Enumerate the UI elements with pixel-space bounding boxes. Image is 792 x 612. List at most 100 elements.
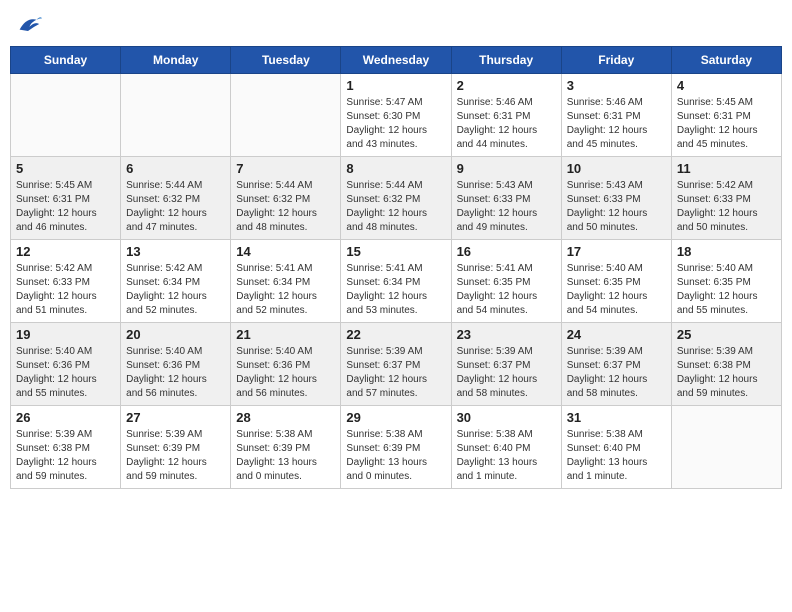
calendar-day-cell: 3 Sunrise: 5:46 AM Sunset: 6:31 PM Dayli… — [561, 74, 671, 157]
day-info: Sunrise: 5:43 AM Sunset: 6:33 PM Dayligh… — [457, 179, 556, 235]
day-info: Sunrise: 5:40 AM Sunset: 6:36 PM Dayligh… — [16, 345, 115, 401]
daylight-text: Daylight: 12 hours and 56 minutes. — [236, 374, 317, 399]
calendar-day-cell: 21 Sunrise: 5:40 AM Sunset: 6:36 PM Dayl… — [231, 323, 341, 406]
daylight-text: Daylight: 12 hours and 54 minutes. — [457, 291, 538, 316]
sunrise-text: Sunrise: 5:45 AM — [677, 97, 753, 108]
daylight-text: Daylight: 12 hours and 50 minutes. — [567, 208, 648, 233]
day-info: Sunrise: 5:41 AM Sunset: 6:34 PM Dayligh… — [346, 262, 445, 318]
day-info: Sunrise: 5:39 AM Sunset: 6:38 PM Dayligh… — [16, 428, 115, 484]
calendar-day-cell: 17 Sunrise: 5:40 AM Sunset: 6:35 PM Dayl… — [561, 240, 671, 323]
calendar-day-cell: 25 Sunrise: 5:39 AM Sunset: 6:38 PM Dayl… — [671, 323, 781, 406]
day-info: Sunrise: 5:39 AM Sunset: 6:37 PM Dayligh… — [567, 345, 666, 401]
day-info: Sunrise: 5:42 AM Sunset: 6:34 PM Dayligh… — [126, 262, 225, 318]
daylight-text: Daylight: 12 hours and 50 minutes. — [677, 208, 758, 233]
sunset-text: Sunset: 6:33 PM — [567, 194, 641, 205]
day-info: Sunrise: 5:45 AM Sunset: 6:31 PM Dayligh… — [16, 179, 115, 235]
day-number: 6 — [126, 161, 225, 176]
daylight-text: Daylight: 12 hours and 59 minutes. — [126, 457, 207, 482]
calendar-day-cell: 10 Sunrise: 5:43 AM Sunset: 6:33 PM Dayl… — [561, 157, 671, 240]
day-info: Sunrise: 5:38 AM Sunset: 6:40 PM Dayligh… — [567, 428, 666, 484]
calendar-day-cell: 24 Sunrise: 5:39 AM Sunset: 6:37 PM Dayl… — [561, 323, 671, 406]
day-info: Sunrise: 5:40 AM Sunset: 6:36 PM Dayligh… — [236, 345, 335, 401]
sunrise-text: Sunrise: 5:38 AM — [567, 429, 643, 440]
daylight-text: Daylight: 12 hours and 57 minutes. — [346, 374, 427, 399]
sunset-text: Sunset: 6:39 PM — [346, 443, 420, 454]
sunrise-text: Sunrise: 5:40 AM — [236, 346, 312, 357]
calendar-day-cell: 18 Sunrise: 5:40 AM Sunset: 6:35 PM Dayl… — [671, 240, 781, 323]
sunset-text: Sunset: 6:35 PM — [457, 277, 531, 288]
day-number: 26 — [16, 410, 115, 425]
day-number: 28 — [236, 410, 335, 425]
sunset-text: Sunset: 6:40 PM — [567, 443, 641, 454]
sunset-text: Sunset: 6:30 PM — [346, 111, 420, 122]
calendar-day-cell: 16 Sunrise: 5:41 AM Sunset: 6:35 PM Dayl… — [451, 240, 561, 323]
sunrise-text: Sunrise: 5:43 AM — [567, 180, 643, 191]
sunrise-text: Sunrise: 5:44 AM — [236, 180, 312, 191]
sunset-text: Sunset: 6:33 PM — [677, 194, 751, 205]
daylight-text: Daylight: 12 hours and 59 minutes. — [677, 374, 758, 399]
daylight-text: Daylight: 12 hours and 51 minutes. — [16, 291, 97, 316]
sunset-text: Sunset: 6:35 PM — [567, 277, 641, 288]
calendar-day-cell: 19 Sunrise: 5:40 AM Sunset: 6:36 PM Dayl… — [11, 323, 121, 406]
day-info: Sunrise: 5:40 AM Sunset: 6:36 PM Dayligh… — [126, 345, 225, 401]
calendar-day-cell: 26 Sunrise: 5:39 AM Sunset: 6:38 PM Dayl… — [11, 406, 121, 489]
calendar-week-row: 5 Sunrise: 5:45 AM Sunset: 6:31 PM Dayli… — [11, 157, 782, 240]
sunset-text: Sunset: 6:34 PM — [346, 277, 420, 288]
day-number: 19 — [16, 327, 115, 342]
day-number: 30 — [457, 410, 556, 425]
day-number: 20 — [126, 327, 225, 342]
calendar-day-cell: 15 Sunrise: 5:41 AM Sunset: 6:34 PM Dayl… — [341, 240, 451, 323]
sunset-text: Sunset: 6:32 PM — [126, 194, 200, 205]
sunset-text: Sunset: 6:32 PM — [236, 194, 310, 205]
weekday-header: Sunday — [11, 47, 121, 74]
weekday-header: Wednesday — [341, 47, 451, 74]
daylight-text: Daylight: 12 hours and 48 minutes. — [236, 208, 317, 233]
sunset-text: Sunset: 6:38 PM — [677, 360, 751, 371]
weekday-header: Saturday — [671, 47, 781, 74]
weekday-header: Monday — [121, 47, 231, 74]
calendar-day-cell — [231, 74, 341, 157]
day-info: Sunrise: 5:38 AM Sunset: 6:39 PM Dayligh… — [236, 428, 335, 484]
day-number: 12 — [16, 244, 115, 259]
sunrise-text: Sunrise: 5:39 AM — [677, 346, 753, 357]
daylight-text: Daylight: 12 hours and 47 minutes. — [126, 208, 207, 233]
daylight-text: Daylight: 12 hours and 45 minutes. — [677, 125, 758, 150]
day-number: 11 — [677, 161, 776, 176]
sunset-text: Sunset: 6:31 PM — [457, 111, 531, 122]
sunset-text: Sunset: 6:39 PM — [126, 443, 200, 454]
calendar-day-cell — [671, 406, 781, 489]
day-info: Sunrise: 5:39 AM Sunset: 6:39 PM Dayligh… — [126, 428, 225, 484]
sunrise-text: Sunrise: 5:46 AM — [457, 97, 533, 108]
day-info: Sunrise: 5:39 AM Sunset: 6:37 PM Dayligh… — [457, 345, 556, 401]
calendar-day-cell: 1 Sunrise: 5:47 AM Sunset: 6:30 PM Dayli… — [341, 74, 451, 157]
sunrise-text: Sunrise: 5:45 AM — [16, 180, 92, 191]
sunset-text: Sunset: 6:36 PM — [16, 360, 90, 371]
sunrise-text: Sunrise: 5:38 AM — [236, 429, 312, 440]
calendar-table: SundayMondayTuesdayWednesdayThursdayFrid… — [10, 46, 782, 489]
day-info: Sunrise: 5:40 AM Sunset: 6:35 PM Dayligh… — [677, 262, 776, 318]
calendar-day-cell: 11 Sunrise: 5:42 AM Sunset: 6:33 PM Dayl… — [671, 157, 781, 240]
sunset-text: Sunset: 6:32 PM — [346, 194, 420, 205]
daylight-text: Daylight: 13 hours and 0 minutes. — [236, 457, 317, 482]
day-info: Sunrise: 5:42 AM Sunset: 6:33 PM Dayligh… — [677, 179, 776, 235]
sunset-text: Sunset: 6:40 PM — [457, 443, 531, 454]
day-number: 24 — [567, 327, 666, 342]
day-info: Sunrise: 5:45 AM Sunset: 6:31 PM Dayligh… — [677, 96, 776, 152]
day-info: Sunrise: 5:46 AM Sunset: 6:31 PM Dayligh… — [457, 96, 556, 152]
daylight-text: Daylight: 12 hours and 59 minutes. — [16, 457, 97, 482]
day-info: Sunrise: 5:40 AM Sunset: 6:35 PM Dayligh… — [567, 262, 666, 318]
sunrise-text: Sunrise: 5:40 AM — [126, 346, 202, 357]
sunrise-text: Sunrise: 5:42 AM — [16, 263, 92, 274]
sunset-text: Sunset: 6:33 PM — [457, 194, 531, 205]
day-number: 13 — [126, 244, 225, 259]
day-info: Sunrise: 5:38 AM Sunset: 6:40 PM Dayligh… — [457, 428, 556, 484]
day-number: 9 — [457, 161, 556, 176]
calendar-day-cell: 9 Sunrise: 5:43 AM Sunset: 6:33 PM Dayli… — [451, 157, 561, 240]
sunrise-text: Sunrise: 5:39 AM — [567, 346, 643, 357]
daylight-text: Daylight: 12 hours and 43 minutes. — [346, 125, 427, 150]
calendar-day-cell: 30 Sunrise: 5:38 AM Sunset: 6:40 PM Dayl… — [451, 406, 561, 489]
daylight-text: Daylight: 12 hours and 54 minutes. — [567, 291, 648, 316]
daylight-text: Daylight: 12 hours and 55 minutes. — [16, 374, 97, 399]
calendar-day-cell: 27 Sunrise: 5:39 AM Sunset: 6:39 PM Dayl… — [121, 406, 231, 489]
calendar-day-cell: 12 Sunrise: 5:42 AM Sunset: 6:33 PM Dayl… — [11, 240, 121, 323]
